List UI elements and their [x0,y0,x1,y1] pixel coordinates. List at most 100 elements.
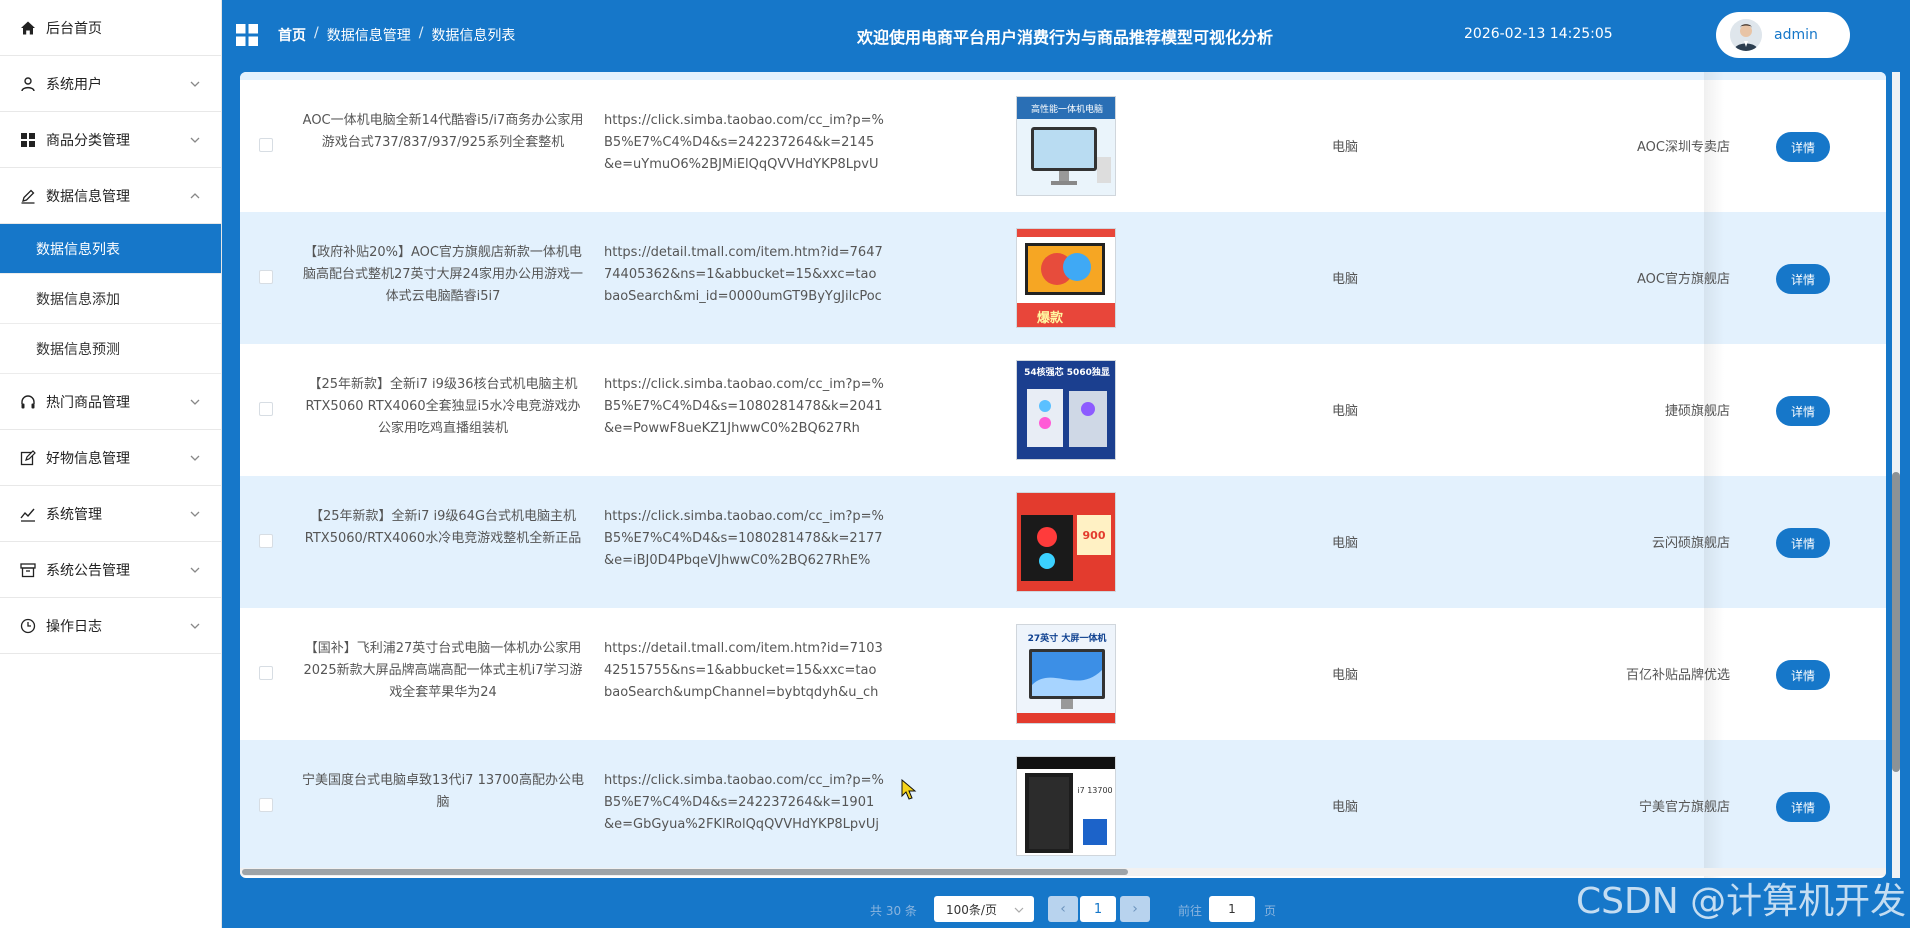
product-title: AOC一体机电脑全新14代酷睿i5/i7商务办公家用游戏台式737/837/93… [302,113,584,150]
product-image: 900 [1016,492,1116,592]
product-url: https://click.simba.taobao.com/cc_im?p=%… [604,377,884,436]
thumb-text: 54核强芯 5060独显 [1024,366,1110,378]
sidebar-item-label: 操作日志 [46,618,102,635]
page-size-select[interactable]: 100条/页 [934,896,1034,922]
thumb-text: 高性能一体机电脑 [1031,103,1103,115]
product-image: 高性能一体机电脑 [1016,96,1116,196]
note-icon [20,449,36,466]
table-row: 【25年新款】全新i7 i9级64G台式机电脑主机RTX5060/RTX4060… [240,476,1886,608]
table-row: 宁美国度台式电脑卓致13代i7 13700高配办公电脑 https://clic… [240,740,1886,872]
sidebar-subitem-data-predict[interactable]: 数据信息预测 [0,324,221,374]
sidebar-item-label: 系统管理 [46,506,102,523]
sidebar-item-good-items[interactable]: 好物信息管理 [0,430,221,486]
row-checkbox[interactable] [259,270,273,284]
chevron-down-icon [189,620,201,632]
row-checkbox[interactable] [259,666,273,680]
product-title: 【国补】飞利浦27英寸台式电脑一体机办公家用2025新款大屏品牌高端高配一体式主… [303,641,583,700]
row-checkbox[interactable] [259,798,273,812]
detail-button[interactable]: 详情 [1776,396,1830,426]
page-suffix: 页 [1264,904,1277,918]
product-category: 电脑 [1332,800,1359,815]
sidebar-item-label: 系统公告管理 [46,562,130,579]
chevron-down-icon [189,452,201,464]
breadcrumb-section[interactable]: 数据信息管理 [327,25,411,45]
current-page[interactable]: 1 [1080,896,1116,922]
product-category: 电脑 [1332,536,1359,551]
sidebar-item-hot-products[interactable]: 热门商品管理 [0,374,221,430]
product-title: 【25年新款】全新i7 i9级64G台式机电脑主机RTX5060/RTX4060… [304,509,582,546]
detail-button[interactable]: 详情 [1776,528,1830,558]
thumb-text: 爆款 [1037,310,1064,326]
clock-icon [20,618,36,634]
thumb-text: 900 [1083,529,1106,542]
chevron-down-icon [189,78,201,90]
row-checkbox[interactable] [259,534,273,548]
product-image: 爆款 [1016,228,1116,328]
chevron-down-icon [189,564,201,576]
pagination-total: 共 30 条 [870,904,917,918]
chevron-down-icon [189,508,201,520]
archive-icon [20,562,36,578]
home-icon [20,20,36,36]
detail-button[interactable]: 详情 [1776,264,1830,294]
page-size-value: 100条/页 [946,902,997,917]
sidebar-item-label: 系统用户 [46,76,102,93]
product-url: https://detail.tmall.com/item.htm?id=764… [604,245,883,304]
mouse-cursor-icon [901,778,917,801]
product-category: 电脑 [1332,272,1359,287]
thumb-text: 27英寸 大屏一体机 [1028,632,1107,644]
sidebar: 后台首页 系统用户 商品分类管理 数据信息管理 数据信息列表 数据信息添加 数据… [0,0,222,928]
row-checkbox[interactable] [259,138,273,152]
menu-grid-icon[interactable] [236,24,258,46]
sidebar-item-label: 后台首页 [46,20,102,37]
breadcrumb: 首页 / 数据信息管理 / 数据信息列表 [278,25,515,45]
headphones-icon [20,394,36,410]
app-window: 后台首页 系统用户 商品分类管理 数据信息管理 数据信息列表 数据信息添加 数据… [0,0,1910,928]
vertical-scrollbar[interactable] [1886,72,1904,878]
sidebar-item-label: 数据信息管理 [46,188,130,205]
product-category: 电脑 [1332,404,1359,419]
table-row: AOC一体机电脑全新14代酷睿i5/i7商务办公家用游戏台式737/837/93… [240,80,1886,212]
sidebar-item-category[interactable]: 商品分类管理 [0,112,221,168]
sidebar-item-system[interactable]: 系统管理 [0,486,221,542]
table-row: 【国补】飞利浦27英寸台式电脑一体机办公家用2025新款大屏品牌高端高配一体式主… [240,608,1886,740]
prev-page-button[interactable]: ‹ [1048,896,1078,922]
breadcrumb-separator: / [418,25,424,41]
edit-icon [20,188,36,204]
vertical-scrollbar-thumb[interactable] [1892,472,1900,772]
goto-page-input[interactable]: 1 [1209,896,1255,922]
product-url: https://click.simba.taobao.com/cc_im?p=%… [604,509,884,568]
sidebar-item-notice[interactable]: 系统公告管理 [0,542,221,598]
user-icon [20,76,36,92]
sidebar-item-data[interactable]: 数据信息管理 [0,168,221,224]
sidebar-item-logs[interactable]: 操作日志 [0,598,221,654]
detail-button[interactable]: 详情 [1776,792,1830,822]
horizontal-scrollbar-thumb[interactable] [242,869,1128,875]
table-row: 【25年新款】全新i7 i9级36核台式机电脑主机RTX5060 RTX4060… [240,344,1886,476]
data-table: AOC一体机电脑全新14代酷睿i5/i7商务办公家用游戏台式737/837/93… [240,72,1886,878]
user-menu[interactable]: admin [1716,12,1850,58]
thumb-text: i7 13700 [1077,786,1112,795]
product-category: 电脑 [1332,668,1359,683]
chart-icon [20,506,36,522]
detail-button[interactable]: 详情 [1776,132,1830,162]
breadcrumb-separator: / [314,25,319,41]
sidebar-item-users[interactable]: 系统用户 [0,56,221,112]
sidebar-item-label: 商品分类管理 [46,132,130,149]
chevron-down-icon [189,396,201,408]
row-checkbox[interactable] [259,402,273,416]
product-title: 【25年新款】全新i7 i9级36核台式机电脑主机RTX5060 RTX4060… [305,377,581,436]
table-row: 【政府补贴20%】AOC官方旗舰店新款一体机电脑高配台式整机27英寸大屏24家用… [240,212,1886,344]
detail-button[interactable]: 详情 [1776,660,1830,690]
datetime: 2026-02-13 14:25:05 [1464,26,1613,42]
sidebar-item-home[interactable]: 后台首页 [0,0,221,56]
breadcrumb-current: 数据信息列表 [431,28,516,44]
goto-label: 前往 [1178,904,1203,918]
breadcrumb-home[interactable]: 首页 [278,25,306,45]
next-page-button[interactable]: › [1120,896,1150,922]
chevron-up-icon [189,190,201,202]
sidebar-subitem-data-add[interactable]: 数据信息添加 [0,274,221,324]
product-image: 27英寸 大屏一体机 [1016,624,1116,724]
sidebar-subitem-data-list[interactable]: 数据信息列表 [0,224,221,274]
page-title: 欢迎使用电商平台用户消费行为与商品推荐模型可视化分析 [857,28,1274,47]
